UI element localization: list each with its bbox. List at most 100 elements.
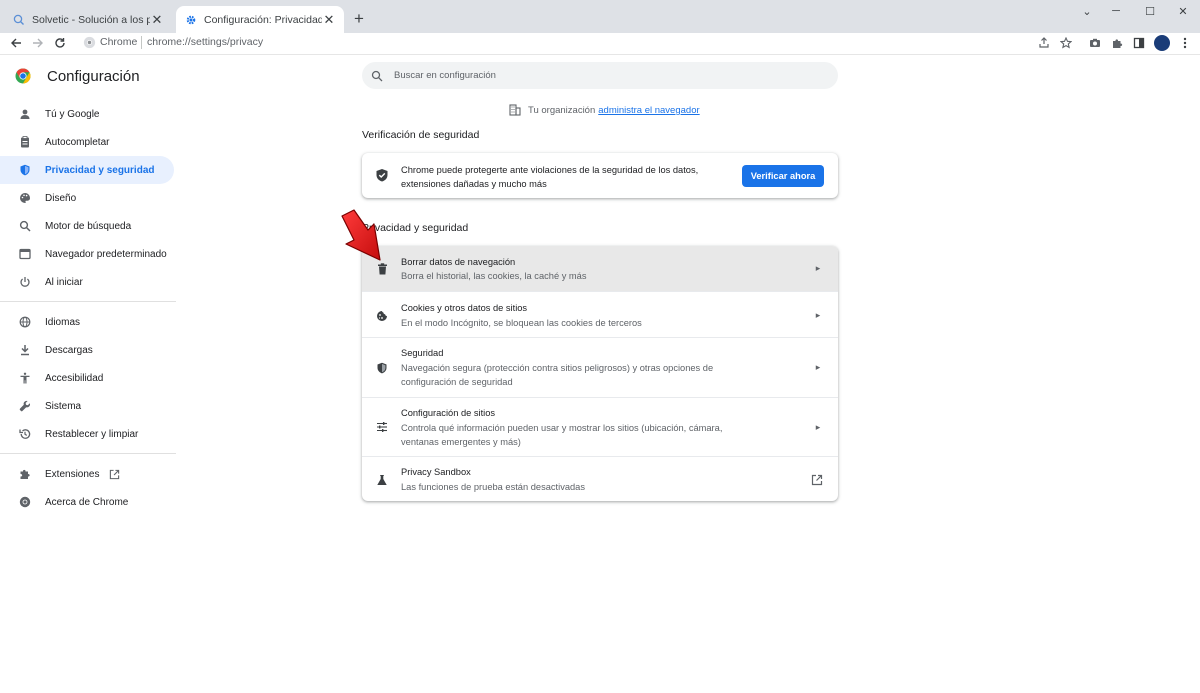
sidebar-item-label: Accesibilidad bbox=[45, 372, 104, 384]
sidebar-item-diseno[interactable]: Diseño bbox=[0, 184, 174, 212]
forward-arrow-icon[interactable] bbox=[28, 33, 48, 53]
sidebar-item-tu-y-google[interactable]: Tú y Google bbox=[0, 100, 174, 128]
profile-avatar[interactable] bbox=[1154, 35, 1170, 51]
reload-icon[interactable] bbox=[50, 33, 70, 53]
sidebar-item-acerca-de-chrome[interactable]: Acerca de Chrome bbox=[0, 488, 174, 516]
cookie-icon bbox=[375, 309, 389, 323]
sidebar-item-descargas[interactable]: Descargas bbox=[0, 336, 174, 364]
close-tab-icon[interactable]: ✕ bbox=[322, 12, 336, 27]
bookmark-star-icon[interactable] bbox=[1056, 33, 1076, 53]
row-subtitle: Controla qué información pueden usar y m… bbox=[401, 423, 723, 447]
sidebar-item-label: Tú y Google bbox=[45, 108, 100, 120]
wrench-icon bbox=[18, 399, 32, 413]
puzzle-icon bbox=[18, 467, 32, 481]
omnibox-divider bbox=[141, 36, 142, 49]
shield-check-icon bbox=[375, 168, 389, 182]
sidebar-item-label: Sistema bbox=[45, 400, 82, 412]
privacy-row-privacy-sandbox[interactable]: Privacy Sandbox Las funciones de prueba … bbox=[362, 456, 838, 501]
tab-strip: Solvetic - Solución a los problem ✕ Conf… bbox=[0, 0, 1200, 33]
shield-icon bbox=[375, 361, 389, 375]
search-icon bbox=[18, 219, 32, 233]
camera-icon[interactable] bbox=[1085, 33, 1105, 53]
sidebar-item-sistema[interactable]: Sistema bbox=[0, 392, 174, 420]
sidebar-item-privacidad-y-seguridad[interactable]: Privacidad y seguridad bbox=[0, 156, 174, 184]
row-subtitle: En el modo Incógnito, se bloquean las co… bbox=[401, 318, 642, 328]
search-input[interactable]: Buscar en configuración bbox=[394, 70, 496, 81]
side-panel-icon[interactable] bbox=[1129, 33, 1149, 53]
menu-kebab-icon[interactable] bbox=[1175, 33, 1195, 53]
sidebar-item-label: Restablecer y limpiar bbox=[45, 428, 139, 440]
search-icon bbox=[371, 69, 384, 82]
sidebar-item-accesibilidad[interactable]: Accesibilidad bbox=[0, 364, 174, 392]
tab-title: Solvetic - Solución a los problem bbox=[32, 13, 150, 26]
row-title: Privacy Sandbox bbox=[401, 467, 471, 477]
row-title: Configuración de sitios bbox=[401, 408, 496, 418]
sidebar-divider bbox=[0, 301, 176, 302]
chevron-right-icon: ▸ bbox=[815, 262, 821, 273]
sidebar-item-label: Idiomas bbox=[45, 316, 81, 328]
new-tab-button[interactable]: + bbox=[348, 8, 370, 30]
back-arrow-icon[interactable] bbox=[6, 33, 26, 53]
chrome-icon bbox=[18, 495, 32, 509]
privacy-row-cookies[interactable]: Cookies y otros datos de sitios En el mo… bbox=[362, 291, 838, 337]
extensions-puzzle-icon[interactable] bbox=[1107, 33, 1127, 53]
power-icon bbox=[18, 275, 32, 289]
privacy-row-security[interactable]: Seguridad Navegación segura (protección … bbox=[362, 337, 838, 397]
sidebar-item-label: Acerca de Chrome bbox=[45, 496, 129, 508]
sidebar-divider bbox=[0, 453, 176, 454]
safety-check-card: Chrome puede protegerte ante violaciones… bbox=[362, 153, 838, 198]
sidebar-item-label: Autocompletar bbox=[45, 136, 110, 148]
settings-search-box[interactable]: Buscar en configuración bbox=[362, 62, 838, 89]
tab-settings[interactable]: Configuración: Privacidad y segu ✕ bbox=[176, 6, 344, 33]
sidebar-item-label: Motor de búsqueda bbox=[45, 220, 132, 232]
close-window-icon[interactable]: ✕ bbox=[1166, 0, 1200, 22]
tab-solvetic[interactable]: Solvetic - Solución a los problem ✕ bbox=[4, 6, 172, 33]
sidebar-item-motor-de-busqueda[interactable]: Motor de búsqueda bbox=[0, 212, 174, 240]
share-icon[interactable] bbox=[1034, 33, 1054, 53]
row-title: Seguridad bbox=[401, 348, 444, 358]
org-manage-link[interactable]: administra el navegador bbox=[598, 105, 699, 116]
gear-icon bbox=[184, 13, 198, 27]
omnibox[interactable]: Chrome chrome://settings/privacy bbox=[77, 33, 1177, 53]
minimize-icon[interactable]: ─ bbox=[1099, 0, 1133, 22]
page-title: Configuración bbox=[47, 67, 140, 85]
verify-now-button[interactable]: Verificar ahora bbox=[742, 165, 824, 187]
row-title: Cookies y otros datos de sitios bbox=[401, 303, 528, 313]
sidebar-item-label: Al iniciar bbox=[45, 276, 83, 288]
sidebar-item-idiomas[interactable]: Idiomas bbox=[0, 308, 174, 336]
chevron-right-icon: ▸ bbox=[815, 309, 821, 320]
flask-icon bbox=[375, 473, 389, 487]
chevron-right-icon: ▸ bbox=[815, 361, 821, 372]
browser-toolbar: Chrome chrome://settings/privacy bbox=[0, 33, 1200, 55]
shield-icon bbox=[18, 163, 32, 177]
settings-brand: Configuración bbox=[15, 66, 140, 86]
maximize-icon[interactable]: ☐ bbox=[1133, 0, 1167, 22]
sidebar-item-extensiones[interactable]: Extensiones bbox=[0, 460, 174, 488]
sidebar-item-label: Descargas bbox=[45, 344, 93, 356]
sidebar-item-al-iniciar[interactable]: Al iniciar bbox=[0, 268, 174, 296]
sidebar-item-label: Extensiones bbox=[45, 468, 100, 480]
history-icon bbox=[18, 427, 32, 441]
solvetic-favicon-icon bbox=[12, 13, 26, 27]
trash-icon bbox=[375, 262, 389, 276]
safety-check-description: Chrome puede protegerte ante violaciones… bbox=[401, 165, 699, 189]
sliders-icon bbox=[375, 420, 389, 434]
sidebar-item-navegador-predeterminado[interactable]: Navegador predeterminado bbox=[0, 240, 174, 268]
privacy-security-card: Borrar datos de navegación Borra el hist… bbox=[362, 246, 838, 501]
building-icon bbox=[509, 104, 522, 117]
url-text: chrome://settings/privacy bbox=[147, 36, 264, 48]
privacy-row-site-settings[interactable]: Configuración de sitios Controla qué inf… bbox=[362, 397, 838, 456]
chrome-logo-icon bbox=[15, 68, 31, 84]
open-in-new-icon bbox=[109, 469, 120, 480]
download-icon bbox=[18, 343, 32, 357]
close-tab-icon[interactable]: ✕ bbox=[150, 12, 164, 27]
open-in-new-icon bbox=[810, 473, 824, 487]
browser-icon bbox=[18, 247, 32, 261]
annotation-arrow-icon bbox=[336, 208, 386, 264]
privacy-row-clear-browsing-data[interactable]: Borrar datos de navegación Borra el hist… bbox=[362, 246, 838, 291]
safety-section-title: Verificación de seguridad bbox=[362, 129, 480, 141]
sidebar-item-autocompletar[interactable]: Autocompletar bbox=[0, 128, 174, 156]
row-subtitle: Las funciones de prueba están desactivad… bbox=[401, 482, 585, 492]
org-managed-notice: Tu organización administra el navegador bbox=[509, 104, 700, 117]
sidebar-item-restablecer-y-limpiar[interactable]: Restablecer y limpiar bbox=[0, 420, 174, 448]
